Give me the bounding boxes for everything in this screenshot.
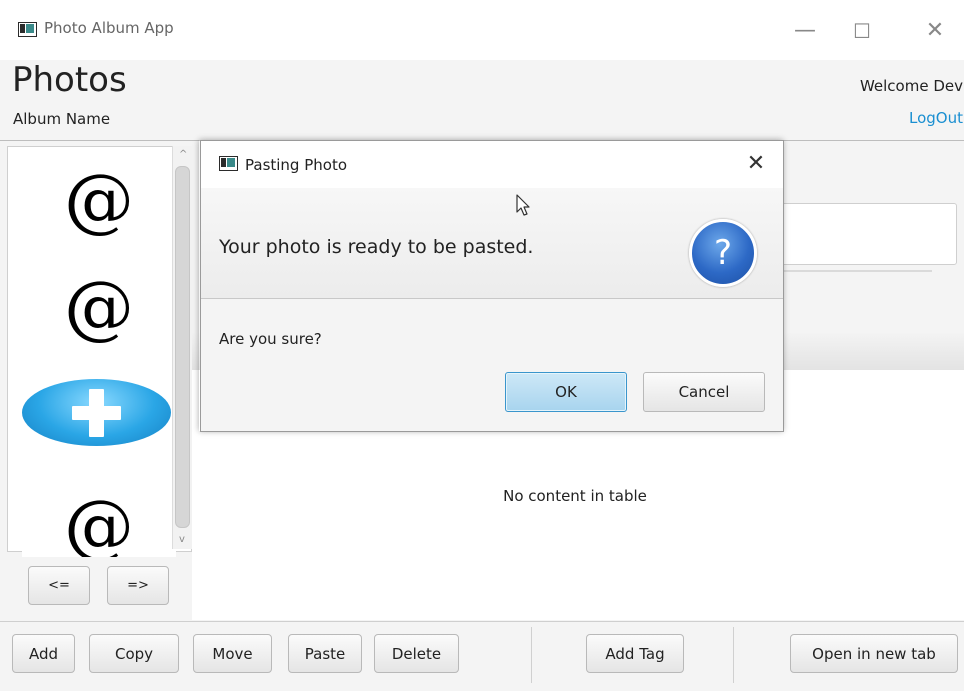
at-sign-icon: @: [64, 266, 134, 348]
footer-strip: [0, 691, 964, 700]
app-icon: [219, 156, 238, 171]
open-in-new-tab-button[interactable]: Open in new tab: [790, 634, 958, 673]
dialog-header-text: Your photo is ready to be pasted.: [219, 236, 534, 258]
table-empty-message: No content in table: [503, 487, 647, 505]
app-icon: [18, 22, 37, 37]
cancel-button[interactable]: Cancel: [643, 372, 765, 412]
page-title: Photos: [12, 60, 127, 100]
thumbnail-item[interactable]: @: [22, 471, 176, 557]
delete-button[interactable]: Delete: [374, 634, 459, 673]
question-icon: ?: [689, 219, 757, 287]
bottom-toolbar: Add Copy Move Paste Delete Add Tag Open …: [0, 621, 964, 700]
thumbnail-scrollbar[interactable]: ^ v: [172, 146, 192, 549]
window-title: Photo Album App: [44, 19, 174, 37]
add-button[interactable]: Add: [12, 634, 75, 673]
next-button[interactable]: =>: [107, 566, 169, 605]
plus-icon-vertical: [89, 389, 104, 437]
copy-button[interactable]: Copy: [89, 634, 179, 673]
close-button[interactable]: ✕: [912, 12, 958, 52]
album-name: Album Name: [13, 110, 111, 128]
add-tag-button[interactable]: Add Tag: [586, 634, 684, 673]
paste-button[interactable]: Paste: [288, 634, 362, 673]
move-button[interactable]: Move: [193, 634, 272, 673]
close-icon[interactable]: ✕: [741, 149, 771, 179]
thumbnail-item[interactable]: @: [22, 152, 176, 248]
toolbar-separator: [733, 627, 734, 683]
dialog-title: Pasting Photo: [245, 156, 348, 174]
at-sign-icon: @: [64, 159, 134, 241]
welcome-text: Welcome Dev: [859, 77, 963, 95]
scrollbar-thumb[interactable]: [175, 166, 190, 528]
add-photo-thumbnail[interactable]: [22, 379, 171, 446]
minimize-button[interactable]: —: [782, 12, 828, 52]
dialog-titlebar: Pasting Photo ✕: [201, 141, 783, 188]
dialog-message: Are you sure?: [219, 330, 322, 348]
ok-button[interactable]: OK: [505, 372, 627, 412]
maximize-button[interactable]: ☐: [839, 12, 885, 52]
confirm-dialog: Pasting Photo ✕ Your photo is ready to b…: [200, 140, 784, 432]
dialog-header: Your photo is ready to be pasted. ?: [201, 188, 783, 299]
mouse-cursor-icon: [516, 194, 530, 216]
window-titlebar: Photo Album App — ☐ ✕: [0, 0, 964, 60]
at-sign-icon: @: [64, 485, 134, 557]
toolbar-separator: [531, 627, 532, 683]
scroll-up-icon[interactable]: ^: [179, 149, 187, 160]
scroll-down-icon[interactable]: v: [179, 534, 185, 545]
divider-line: [780, 270, 932, 272]
thumbnail-list[interactable]: @ @ @: [7, 146, 192, 557]
thumbnail-item[interactable]: @: [22, 259, 176, 355]
prev-button[interactable]: <=: [28, 566, 90, 605]
logout-link[interactable]: LogOut: [909, 109, 963, 127]
